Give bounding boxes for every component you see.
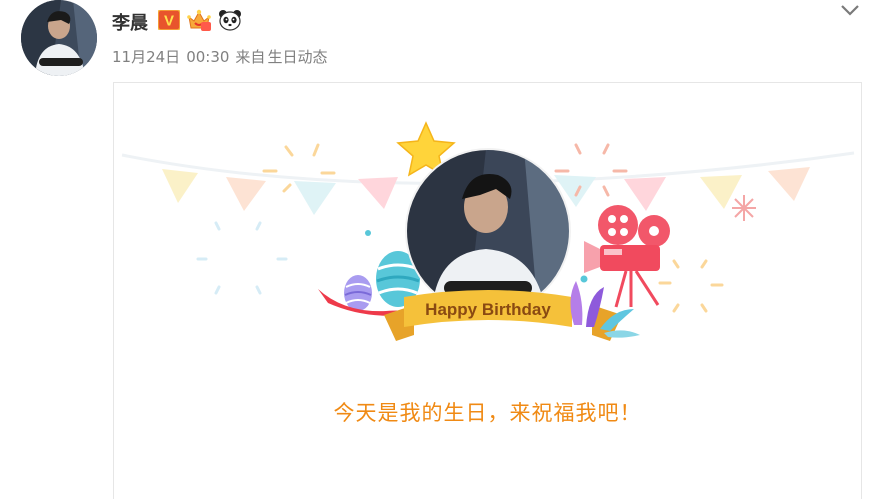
sparkle-icon (732, 195, 756, 221)
panda-icon[interactable] (218, 9, 242, 35)
post-meta: 11月24日 00:30 来自 生日动态 (112, 46, 333, 67)
birthday-card[interactable]: Happy Birthday 今天是我的生日，来祝福我吧！ (113, 82, 862, 499)
verified-badge-icon[interactable]: V (157, 9, 181, 34)
post-time[interactable]: 00:30 (186, 48, 229, 66)
avatar[interactable] (21, 0, 97, 76)
egg-icon (344, 275, 372, 311)
weibo-post: 李晨 V 11月24日 00:30 来自 生日动态 Happy Birthday… (0, 0, 874, 499)
post-date[interactable]: 11月24日 (112, 48, 180, 66)
from-label: 来自 (235, 48, 266, 66)
birthday-message: 今天是我的生日，来祝福我吧！ (333, 401, 642, 425)
bunting-flag (294, 181, 336, 215)
vip-crown-icon[interactable] (186, 8, 212, 36)
sparkle-icon (658, 259, 724, 313)
author-name[interactable]: 李晨 (112, 9, 148, 35)
happy-birthday-banner: Happy Birthday (384, 290, 622, 341)
birthday-illustration: Happy Birthday (121, 121, 855, 341)
bunting-flag (624, 177, 666, 211)
bunting-flag (226, 177, 266, 211)
svg-text:Happy Birthday: Happy Birthday (425, 300, 551, 319)
avatar-image (21, 0, 97, 76)
chevron-down-icon[interactable] (838, 0, 862, 20)
post-source[interactable]: 生日动态 (267, 48, 327, 66)
movie-camera-icon (584, 205, 670, 308)
bunting-flag (700, 175, 742, 209)
bunting-flag (768, 167, 810, 201)
svg-text:V: V (164, 13, 174, 30)
bunting-flag (162, 169, 198, 203)
bunting-flag (358, 177, 398, 209)
sparkle-icon (196, 221, 288, 295)
author-row: 李晨 V (112, 8, 248, 36)
